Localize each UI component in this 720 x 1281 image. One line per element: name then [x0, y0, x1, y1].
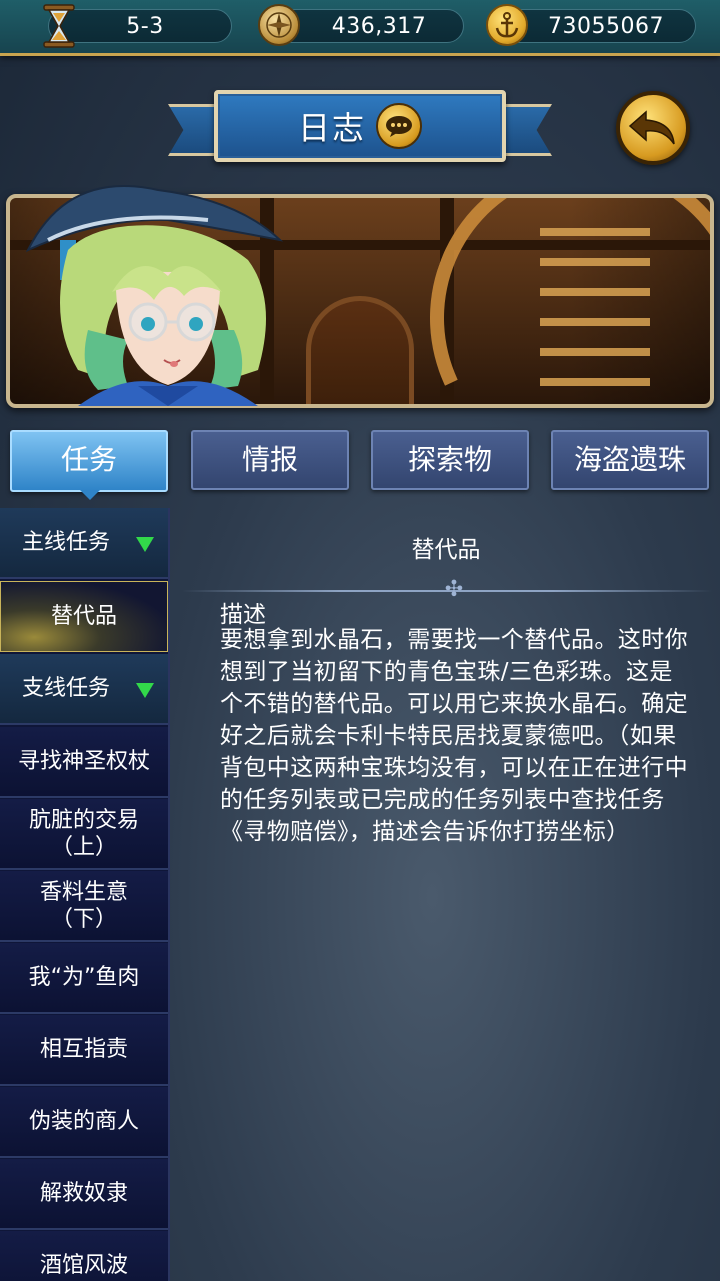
- sidebar-item-rescue-slaves[interactable]: 解救奴隶: [0, 1159, 168, 1230]
- tab-pirate-relics[interactable]: 海盗遗珠: [551, 430, 709, 490]
- tab-tasks[interactable]: 任务: [10, 430, 168, 492]
- quest-sidebar: 主线任务 替代品 支线任务 寻找神圣权杖 肮脏的交易 （上） 香料生意 （下） …: [0, 508, 170, 1281]
- stage-value: 5-3: [126, 14, 164, 39]
- gold-value: 73055067: [548, 14, 664, 39]
- sidebar-item-substitute[interactable]: 替代品: [0, 581, 168, 652]
- sidebar-item-label: 替代品: [50, 604, 117, 629]
- tab-discoveries[interactable]: 探索物: [371, 430, 529, 490]
- sidebar-item-label: 解救奴隶: [39, 1181, 128, 1206]
- sidebar-item-label: 我“为”鱼肉: [28, 965, 140, 990]
- sidebar-item-tavern-trouble[interactable]: 酒馆风波: [0, 1231, 168, 1281]
- sidebar-category-side-quests[interactable]: 支线任务: [0, 654, 168, 725]
- page-title: 日志: [297, 109, 366, 147]
- anchor-coin-icon: [486, 4, 528, 46]
- expand-triangle-icon: [136, 537, 154, 552]
- quest-title: 替代品: [411, 537, 481, 563]
- sidebar-item-dirty-deal[interactable]: 肮脏的交易 （上）: [0, 799, 168, 870]
- gold-display: 73055067: [500, 9, 696, 43]
- sidebar-item-fish-meat[interactable]: 我“为”鱼肉: [0, 943, 168, 1014]
- compass-display: 436,317: [272, 9, 464, 43]
- character-portrait: [25, 185, 284, 406]
- compass-icon: [258, 4, 300, 46]
- divider-ornament-icon: ✣: [444, 577, 464, 602]
- sidebar-item-label: 相互指责: [39, 1037, 128, 1062]
- sidebar-item-label: 支线任务: [22, 676, 111, 701]
- sidebar-item-label: 寻找神圣权杖: [17, 749, 150, 774]
- sidebar-item-spice-business[interactable]: 香料生意 （下）: [0, 871, 168, 942]
- tab-intel[interactable]: 情报: [191, 430, 349, 490]
- title-banner: 日志: [214, 90, 506, 162]
- back-button[interactable]: [616, 91, 690, 165]
- sidebar-category-main-quests[interactable]: 主线任务: [0, 508, 168, 579]
- sidebar-item-label: 酒馆风波: [39, 1253, 128, 1278]
- resource-bar: 5-3 436,317 73055067: [0, 0, 720, 56]
- compass-value: 436,317: [331, 14, 427, 39]
- hourglass-icon: [38, 4, 80, 48]
- sidebar-item-holy-scepter[interactable]: 寻找神圣权杖: [0, 727, 168, 798]
- back-arrow-icon: [628, 110, 675, 145]
- active-tab-pointer: [80, 490, 100, 500]
- expand-triangle-icon: [136, 683, 154, 698]
- sidebar-item-label: 主线任务: [22, 530, 111, 555]
- sidebar-item-label: 香料生意 （下）: [39, 879, 128, 932]
- sidebar-item-disguised-merchant[interactable]: 伪装的商人: [0, 1087, 168, 1158]
- sidebar-item-mutual-blame[interactable]: 相互指责: [0, 1015, 168, 1086]
- sidebar-item-label: 伪装的商人: [28, 1109, 139, 1134]
- chat-bubble-icon[interactable]: [376, 103, 422, 149]
- sidebar-item-label: 肮脏的交易 （上）: [28, 807, 139, 860]
- quest-description: 要想拿到水晶石，需要找一个替代品。这时你想到了当初留下的青色宝珠/三色彩珠。这是…: [220, 627, 688, 845]
